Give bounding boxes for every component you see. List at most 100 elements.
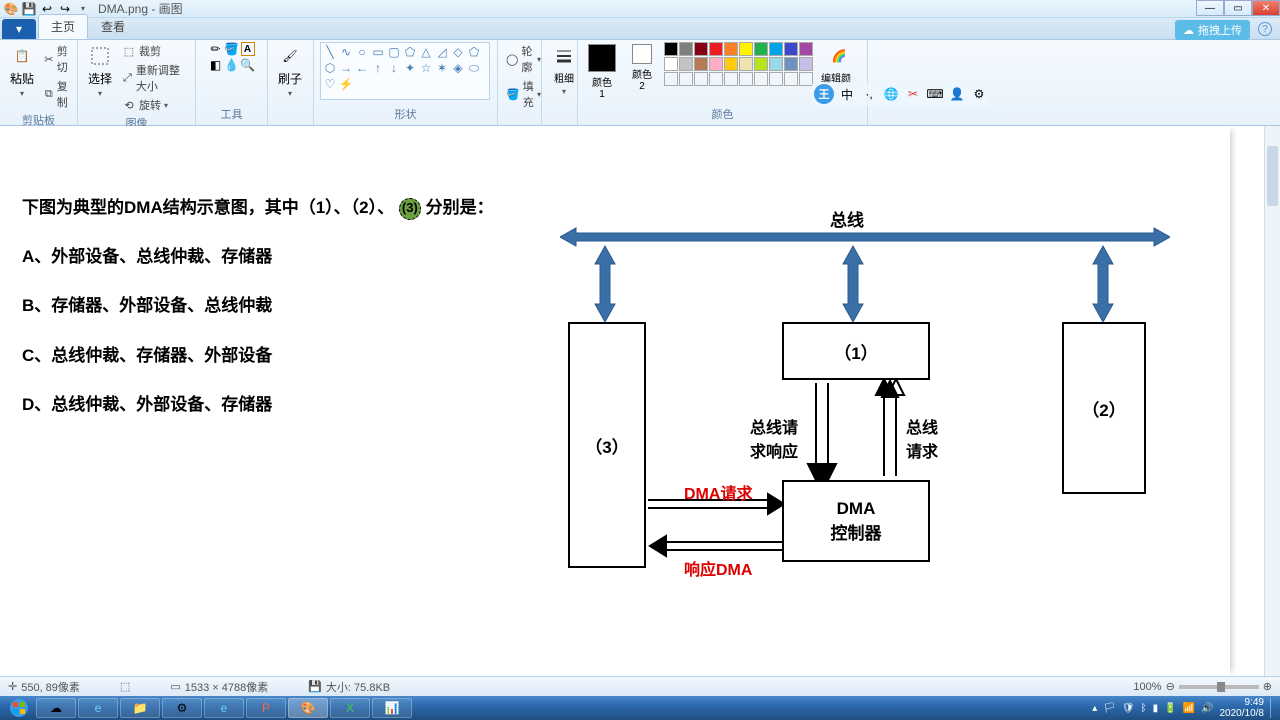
save-icon[interactable]: 💾	[22, 2, 36, 16]
roundrect-shape[interactable]: ▢	[387, 45, 401, 59]
pentagon-shape[interactable]: ⬠	[467, 45, 481, 59]
question-suffix: 分别是：	[426, 198, 494, 217]
hexagon-shape[interactable]: ⬡	[323, 61, 337, 75]
vertical-scrollbar[interactable]	[1264, 126, 1280, 676]
task-ie[interactable]: e	[78, 698, 118, 718]
thickness-button[interactable]: 粗细▾	[548, 42, 580, 98]
file-tab[interactable]: ▾	[2, 19, 36, 39]
curve-shape[interactable]: ∿	[339, 45, 353, 59]
canvas-page[interactable]: 下图为典型的DMA结构示意图，其中（1）、（2）、 (3) 分别是： A、外部设…	[0, 126, 1230, 676]
zoom-out-button[interactable]: ⊖	[1166, 680, 1175, 693]
star6-shape[interactable]: ✶	[435, 61, 449, 75]
task-explorer[interactable]: 📁	[120, 698, 160, 718]
scroll-thumb[interactable]	[1267, 146, 1278, 206]
crop-button[interactable]: ⬚裁剪	[120, 42, 189, 60]
polygon-shape[interactable]: ⬠	[403, 45, 417, 59]
text-icon[interactable]: A	[241, 42, 255, 56]
star5-shape[interactable]: ☆	[419, 61, 433, 75]
task-baidu[interactable]: ☁	[36, 698, 76, 718]
eraser-icon[interactable]: ◧	[209, 58, 223, 72]
start-button[interactable]	[4, 697, 34, 719]
dma-req-label: DMA请求	[684, 480, 752, 504]
dmac-label2: 控制器	[831, 519, 882, 544]
tray-security-icon[interactable]: 🛡	[1122, 703, 1135, 714]
copy-label: 复制	[57, 78, 72, 110]
star4-shape[interactable]: ✦	[403, 61, 417, 75]
float-gear-icon[interactable]: ⚙	[970, 85, 988, 103]
show-desktop[interactable]	[1270, 698, 1276, 718]
cloud-upload-button[interactable]: ☁拖拽上传	[1175, 20, 1250, 40]
float-chinese-icon[interactable]: 中	[838, 85, 856, 103]
tray-volume-icon[interactable]: 🔊	[1201, 703, 1213, 714]
zoom-slider-thumb[interactable]	[1217, 682, 1225, 692]
float-globe-icon[interactable]: 🌐	[882, 85, 900, 103]
fill-icon[interactable]: 🪣	[225, 42, 239, 56]
lightning-shape[interactable]: ⚡	[339, 77, 353, 91]
callout2-shape[interactable]: ⬭	[467, 61, 481, 75]
tray-clock[interactable]: 9:492020/10/8	[1220, 697, 1265, 719]
oval-shape[interactable]: ○	[355, 45, 369, 59]
pencil-icon[interactable]: ✏	[209, 42, 223, 56]
float-cut-icon[interactable]: ✂	[904, 85, 922, 103]
task-edge[interactable]: e	[204, 698, 244, 718]
fillbucket-icon: 🪣	[506, 87, 520, 101]
picker-icon[interactable]: 💧	[225, 58, 239, 72]
diamond-shape[interactable]: ◇	[451, 45, 465, 59]
help-button[interactable]: ?	[1258, 22, 1272, 36]
float-user-icon[interactable]: 👤	[948, 85, 966, 103]
zoom-slider[interactable]	[1179, 685, 1259, 689]
float-full-icon[interactable]: ·,	[860, 85, 878, 103]
tray-bluetooth-icon[interactable]: ᛒ	[1141, 703, 1147, 714]
task-app2[interactable]: 📊	[372, 698, 412, 718]
arrow-r-shape[interactable]: →	[339, 61, 353, 75]
callout-shape[interactable]: ◈	[451, 61, 465, 75]
shapes-gallery[interactable]: ╲∿○▭▢⬠△◿ ◇⬠⬡→←↑↓✦ ☆✶◈⬭♡⚡	[320, 42, 490, 100]
dimensions-icon: ▭	[170, 680, 180, 693]
arrow-l-shape[interactable]: ←	[355, 61, 369, 75]
select-button[interactable]: 选择 ▾	[84, 42, 116, 100]
tray-up-icon[interactable]: ▴	[1092, 703, 1097, 714]
brush-icon: 🖌	[278, 44, 302, 68]
outline-button[interactable]: ◯轮廓▾	[504, 42, 543, 76]
color-palette[interactable]	[664, 42, 813, 86]
tray-wifi-icon[interactable]: 📶	[1183, 703, 1195, 714]
rect-shape[interactable]: ▭	[371, 45, 385, 59]
chevron-down-icon: ▾	[164, 101, 168, 110]
triangle-shape[interactable]: △	[419, 45, 433, 59]
task-app1[interactable]: ⚙	[162, 698, 202, 718]
copy-button[interactable]: ⧉复制	[42, 77, 74, 111]
maximize-button[interactable]: ▭	[1224, 0, 1252, 16]
color2-button[interactable]: 颜色 2	[624, 42, 660, 94]
paste-button[interactable]: 📋 粘贴 ▾	[6, 42, 38, 100]
canvas-area[interactable]: 下图为典型的DMA结构示意图，其中（1）、（2）、 (3) 分别是： A、外部设…	[0, 126, 1280, 676]
color1-button[interactable]: 颜色 1	[584, 42, 620, 102]
brush-button[interactable]: 🖌刷子▾	[274, 42, 306, 100]
fill-button[interactable]: 🪣填充▾	[504, 77, 543, 111]
close-button[interactable]: ✕	[1252, 0, 1280, 16]
selection-icon: ⬚	[120, 680, 130, 693]
tray-bar-icon[interactable]: ▮	[1153, 703, 1159, 714]
tray-flag-icon[interactable]: 🏳	[1103, 703, 1116, 714]
minimize-button[interactable]: —	[1196, 0, 1224, 16]
rotate-button[interactable]: ⟲旋转▾	[120, 96, 189, 114]
resize-button[interactable]: ⤢重新调整大小	[120, 61, 189, 95]
task-excel[interactable]: X	[330, 698, 370, 718]
float-keyboard-icon[interactable]: ⌨	[926, 85, 944, 103]
option-b: B、存储器、外部设备、总线仲裁	[22, 292, 494, 319]
magnify-icon[interactable]: 🔍	[241, 58, 255, 72]
heart-shape[interactable]: ♡	[323, 77, 337, 91]
task-ppt[interactable]: P	[246, 698, 286, 718]
cut-button[interactable]: ✂剪切	[42, 42, 74, 76]
wang-badge-icon[interactable]: 王	[814, 84, 834, 104]
line-shape[interactable]: ╲	[323, 45, 337, 59]
task-paint[interactable]: 🎨	[288, 698, 328, 718]
rotate-label: 旋转	[139, 97, 161, 113]
arrow-u-shape[interactable]: ↑	[371, 61, 385, 75]
zoom-in-button[interactable]: ⊕	[1263, 680, 1272, 693]
view-tab[interactable]: 查看	[88, 14, 138, 39]
rtriangle-shape[interactable]: ◿	[435, 45, 449, 59]
home-tab[interactable]: 主页	[38, 14, 88, 39]
arrow-d-shape[interactable]: ↓	[387, 61, 401, 75]
crop-label: 裁剪	[139, 43, 161, 59]
tray-battery-icon[interactable]: 🔋	[1164, 703, 1176, 714]
